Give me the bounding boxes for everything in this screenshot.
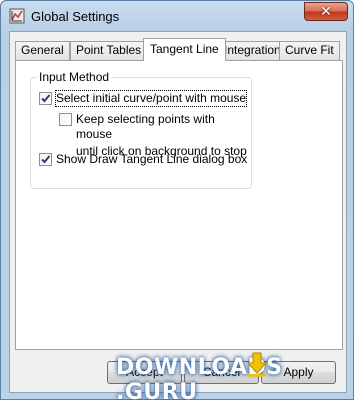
close-icon: ✕: [320, 3, 332, 19]
checkmark-icon: [41, 94, 51, 103]
watermark-suffix: .GURU: [116, 380, 198, 400]
checkbox-select-initial-curve[interactable]: [39, 92, 52, 105]
tab-tangent-line[interactable]: Tangent Line: [143, 38, 226, 61]
tab-point-tables[interactable]: Point Tables: [70, 41, 148, 60]
tab-general[interactable]: General: [15, 41, 70, 60]
option-show-dialog[interactable]: Show Draw Tangent Line dialog box: [39, 152, 247, 167]
tab-integration[interactable]: Integration: [218, 41, 287, 60]
input-method-group: Input Method Select initial curve/point …: [30, 70, 252, 189]
tangent-line-panel: Input Method Select initial curve/point …: [15, 60, 343, 350]
app-icon: [9, 8, 25, 24]
option-label-select-initial-curve: Select initial curve/point with mouse: [54, 90, 248, 107]
dialog-client-area: General Point Tables Tangent Line Integr…: [9, 31, 347, 393]
window-title: Global Settings: [31, 9, 120, 24]
group-legend: Input Method: [37, 70, 112, 84]
checkbox-show-dialog[interactable]: [39, 153, 52, 166]
download-arrow-icon: [246, 352, 268, 377]
settings-window: Global Settings ✕ General Point Tables T…: [0, 0, 354, 400]
tab-curve-fit[interactable]: Curve Fit: [279, 41, 340, 60]
close-button[interactable]: ✕: [304, 2, 348, 21]
option-label-show-dialog: Show Draw Tangent Line dialog box: [56, 152, 248, 166]
watermark-text: DOWNLOADS.GURU: [116, 355, 353, 400]
option-select-initial-curve[interactable]: Select initial curve/point with mouse: [39, 90, 248, 107]
checkmark-icon: [41, 155, 51, 164]
checkbox-keep-selecting[interactable]: [59, 113, 72, 126]
title-bar[interactable]: Global Settings ✕: [1, 1, 353, 31]
option-label-keep-selecting-1: Keep selecting points with mouse: [76, 112, 215, 141]
